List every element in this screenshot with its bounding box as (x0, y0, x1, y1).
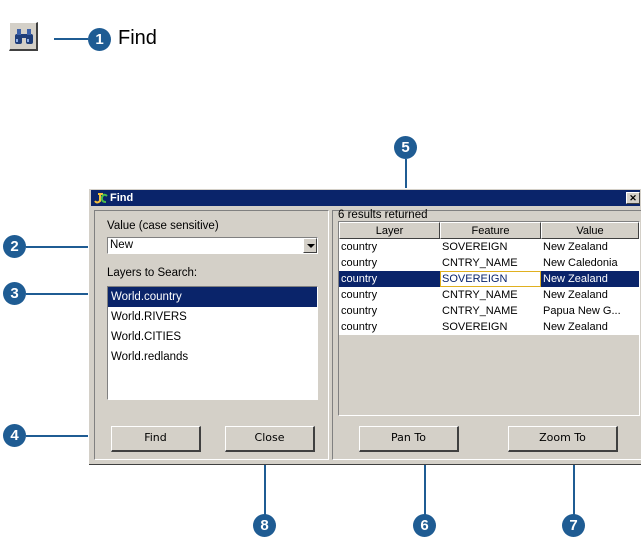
table-cell: New Zealand (543, 289, 608, 301)
layer-item[interactable]: World.redlands (108, 347, 317, 367)
callout-2-badge: 2 (3, 235, 26, 258)
zoom-to-button[interactable]: Zoom To (508, 426, 618, 452)
callout-4-line (26, 435, 92, 437)
callout-3-badge: 3 (3, 282, 26, 305)
window-close-button[interactable]: ✕ (626, 192, 640, 204)
results-status: 6 results returned (338, 209, 428, 221)
table-row[interactable]: country SOVEREIGN New Zealand (339, 319, 639, 335)
value-label: Value (case sensitive) (107, 220, 219, 232)
find-dialog: Find ✕ Value (case sensitive) New Layers… (88, 188, 641, 465)
table-cell: country (339, 271, 440, 287)
column-header[interactable]: Layer (339, 222, 440, 239)
value-dropdown-button[interactable] (303, 238, 317, 253)
layer-item[interactable]: World.country (108, 287, 317, 307)
table-cell: New Zealand (543, 241, 608, 253)
layer-item[interactable]: World.RIVERS (108, 307, 317, 327)
value-combobox[interactable]: New (107, 237, 318, 254)
window-title: Find (110, 192, 134, 204)
close-icon: ✕ (629, 193, 637, 203)
column-header[interactable]: Value (541, 222, 639, 239)
table-cell: New Caledonia (543, 257, 618, 269)
table-cell: CNTRY_NAME (442, 257, 518, 269)
find-button[interactable]: Find (111, 426, 201, 452)
callout-6-badge: 6 (413, 514, 436, 537)
callout-7-badge: 7 (562, 514, 585, 537)
table-row[interactable]: country CNTRY_NAME Papua New G... (339, 303, 639, 319)
table-cell: New Zealand (543, 321, 608, 333)
table-cell: country (341, 305, 378, 317)
table-cell: New Zealand (541, 271, 639, 287)
callout-1-badge: 1 (88, 28, 111, 51)
table-cell: CNTRY_NAME (442, 305, 518, 317)
find-tool-button[interactable] (9, 22, 38, 51)
table-cell: country (341, 257, 378, 269)
callout-4-badge: 4 (3, 424, 26, 447)
table-cell: country (341, 289, 378, 301)
layers-list[interactable]: World.country World.RIVERS World.CITIES Wor… (107, 286, 318, 400)
layer-item[interactable]: World.CITIES (108, 327, 317, 347)
column-header[interactable]: Feature (440, 222, 541, 239)
callout-5-badge: 5 (394, 136, 417, 159)
results-panel: 6 results returned Layer Feature Value cou… (332, 209, 641, 460)
close-button[interactable]: Close (225, 426, 315, 452)
table-cell: country (341, 241, 378, 253)
callout-7-line (573, 462, 575, 515)
table-row[interactable]: country CNTRY_NAME New Caledonia (339, 255, 639, 271)
find-tool-label: Find (118, 27, 157, 49)
callout-1-line (54, 38, 88, 40)
pan-to-button[interactable]: Pan To (359, 426, 459, 452)
value-input[interactable]: New (110, 238, 133, 253)
callout-2-line (26, 246, 92, 248)
results-header: Layer Feature Value (339, 222, 639, 239)
binoculars-icon (15, 29, 33, 44)
table-cell: SOVEREIGN (440, 271, 541, 287)
app-logo-icon (94, 193, 108, 204)
table-cell: Papua New G... (543, 305, 621, 317)
callout-8-badge: 8 (253, 514, 276, 537)
search-panel: Value (case sensitive) New Layers to Sea… (94, 210, 329, 460)
table-cell: CNTRY_NAME (442, 289, 518, 301)
results-rows: country SOVEREIGN New Zealand country CNTRY_… (339, 239, 639, 335)
table-cell: SOVEREIGN (442, 241, 508, 253)
layers-label: Layers to Search: (107, 267, 198, 279)
table-row[interactable]: country SOVEREIGN New Zealand (339, 271, 639, 287)
callout-6-line (424, 462, 426, 515)
chevron-down-icon (307, 244, 315, 248)
table-row[interactable]: country SOVEREIGN New Zealand (339, 239, 639, 255)
callout-8-line (264, 462, 266, 515)
table-row[interactable]: country CNTRY_NAME New Zealand (339, 287, 639, 303)
table-cell: country (341, 321, 378, 333)
title-bar: Find ✕ (91, 190, 640, 206)
results-table[interactable]: Layer Feature Value country SOVEREIGN New Ze… (338, 221, 640, 416)
table-cell: SOVEREIGN (442, 321, 508, 333)
